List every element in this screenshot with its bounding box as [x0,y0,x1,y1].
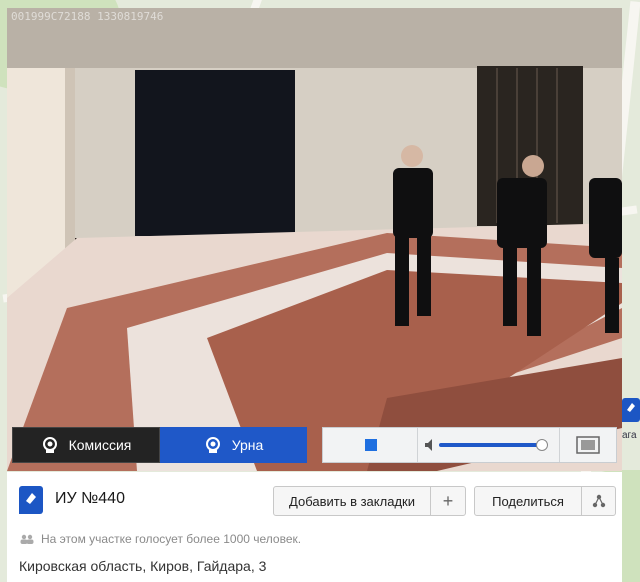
fullscreen-icon [576,436,600,454]
urn-camera-button[interactable]: Урна [160,427,307,463]
voter-count-notice: На этом участке голосует более 1000 чело… [19,532,301,546]
add-bookmark-label: Добавить в закладки [289,493,415,509]
share-label: Поделиться [492,493,564,509]
volume-control[interactable] [419,428,560,462]
volume-slider-handle[interactable] [536,439,548,451]
speaker-icon [425,439,432,451]
map-marker-icon[interactable] [622,398,640,422]
ballot-logo-icon [19,486,43,514]
fullscreen-button[interactable] [561,428,616,462]
notice-text: На этом участке голосует более 1000 чело… [41,532,302,546]
share-button[interactable]: Поделиться [474,486,616,516]
video-feed[interactable]: 001999C72188 1330819746 [7,8,622,471]
add-bookmark-button[interactable]: Добавить в закладки + [273,486,466,516]
plus-icon[interactable]: + [431,491,465,512]
webcam-icon [42,437,57,453]
polling-station-panel: ИУ №440 Добавить в закладки + Поделиться… [7,472,622,582]
station-address: Кировская область, Киров, Гайдара, 3 [19,558,267,574]
stop-button[interactable] [323,428,418,462]
commission-camera-button[interactable]: Комиссия [12,427,160,463]
player-controls [322,427,617,463]
people-icon [20,534,34,544]
video-timestamp: 001999C72188 1330819746 [11,10,164,23]
stop-icon [365,439,377,451]
urn-label: Урна [231,437,264,453]
commission-label: Комиссия [68,437,132,453]
volume-slider-track[interactable] [439,443,542,447]
map-marker-label: ага [622,430,637,441]
webcam-icon [205,437,220,453]
station-title: ИУ №440 [55,490,125,507]
share-icon[interactable] [582,494,615,508]
